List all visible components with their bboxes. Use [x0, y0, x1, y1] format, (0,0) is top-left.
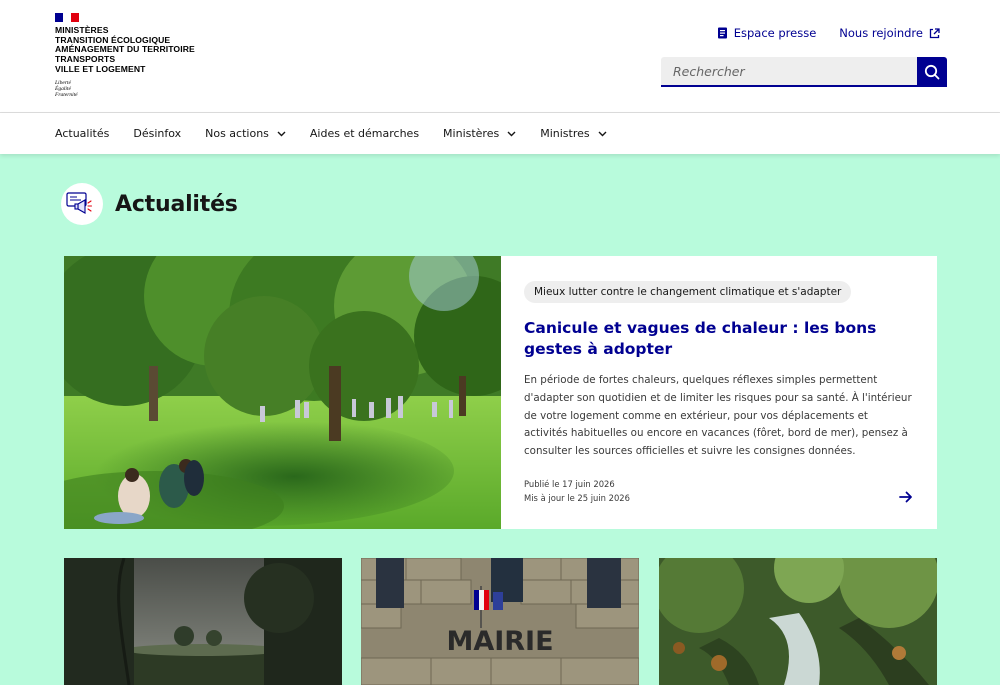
- article-card-image: [64, 558, 342, 685]
- article-card-image: MAIRIE: [361, 558, 639, 685]
- republic-motto: Liberté Égalité Fraternité: [55, 80, 195, 99]
- nav-item-desinfox[interactable]: Désinfox: [133, 127, 181, 140]
- nav-item-actualites[interactable]: Actualités: [55, 127, 109, 140]
- nav-item-label: Ministres: [540, 127, 590, 140]
- search-input[interactable]: [661, 57, 917, 87]
- nav-item-label: Désinfox: [133, 127, 182, 140]
- featured-article-card[interactable]: Mieux lutter contre le changement climat…: [64, 256, 937, 529]
- external-link-icon: [929, 27, 940, 38]
- marianne-flag: [55, 13, 79, 22]
- nav-item-label: Ministères: [443, 127, 500, 140]
- updated-date: Mis à jour le 25 juin 2026: [524, 493, 630, 503]
- chevron-down-icon: [598, 131, 607, 136]
- press-link-label: Espace presse: [733, 26, 817, 40]
- motto-line: Fraternité: [55, 92, 78, 99]
- arrow-right-icon[interactable]: [899, 491, 913, 503]
- article-card-waterfall[interactable]: [659, 558, 937, 685]
- nav-item-label: Aides et démarches: [309, 127, 420, 140]
- article-dates: Publié le 17 juin 2026 Mis à jour le 25 …: [524, 477, 630, 505]
- search-icon: [924, 64, 940, 80]
- header-quick-links: Espace presse Nous rejoindre: [717, 26, 940, 40]
- press-link[interactable]: Espace presse: [717, 26, 817, 40]
- main-navigation: Actualités Désinfox Nos actions Aides et…: [0, 113, 1000, 154]
- join-link[interactable]: Nous rejoindre: [839, 26, 940, 40]
- article-card-countryside[interactable]: [64, 558, 342, 685]
- nav-item-nos-actions[interactable]: Nos actions: [205, 127, 286, 140]
- nav-item-ministeres[interactable]: Ministères: [443, 127, 516, 140]
- megaphone-icon: [61, 183, 103, 225]
- featured-article-image: [64, 256, 501, 529]
- article-card-image: [659, 558, 937, 685]
- category-tag[interactable]: Mieux lutter contre le changement climat…: [524, 281, 852, 303]
- featured-article-title[interactable]: Canicule et vagues de chaleur : les bons…: [524, 318, 914, 360]
- page-heading: Actualités: [61, 183, 238, 225]
- nav-item-aides-demarches[interactable]: Aides et démarches: [310, 127, 419, 140]
- article-card-mairie[interactable]: MAIRIE: [361, 558, 639, 685]
- nav-item-label: Actualités: [55, 127, 110, 140]
- join-link-label: Nous rejoindre: [839, 26, 923, 40]
- chevron-down-icon: [277, 131, 286, 136]
- search-button[interactable]: [917, 57, 947, 87]
- chevron-down-icon: [507, 131, 516, 136]
- featured-article-description: En période de fortes chaleurs, quelques …: [524, 374, 912, 458]
- search-bar: [661, 57, 947, 87]
- featured-article-body: Mieux lutter contre le changement climat…: [501, 256, 937, 529]
- ministry-name: MINISTÈRES TRANSITION ÉCOLOGIQUE AMÉNAGE…: [55, 25, 195, 75]
- page-title: Actualités: [115, 191, 238, 217]
- ministry-line: VILLE ET LOGEMENT: [55, 63, 146, 74]
- nav-item-label: Nos actions: [205, 127, 269, 140]
- site-header: MINISTÈRES TRANSITION ÉCOLOGIQUE AMÉNAGE…: [0, 0, 1000, 113]
- document-icon: [717, 27, 727, 39]
- published-date: Publié le 17 juin 2026: [524, 479, 615, 489]
- mairie-sign: MAIRIE: [446, 626, 553, 657]
- ministry-logo[interactable]: MINISTÈRES TRANSITION ÉCOLOGIQUE AMÉNAGE…: [55, 13, 195, 98]
- nav-item-ministres[interactable]: Ministres: [540, 127, 607, 140]
